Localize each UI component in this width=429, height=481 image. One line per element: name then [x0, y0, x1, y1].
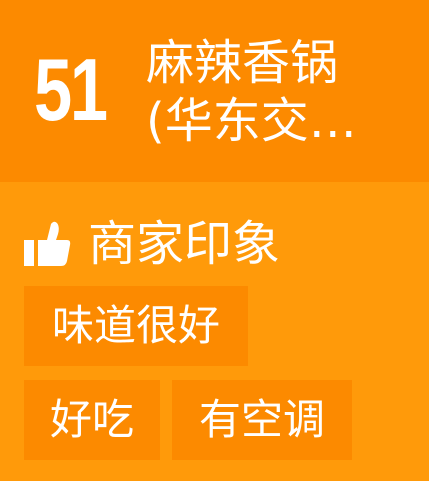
impression-tag-tasty[interactable]: 味道很好	[24, 286, 248, 366]
thumbs-up-icon	[24, 221, 71, 266]
impression-tag-air-conditioning[interactable]: 有空调	[172, 380, 352, 460]
restaurant-card[interactable]: 51 麻辣香锅(华东交… 商家印象 味道很好 好吃 有空调	[0, 0, 429, 481]
impression-header: 商家印象	[22, 212, 280, 276]
rank-number: 51	[34, 40, 108, 139]
restaurant-name[interactable]: 麻辣香锅(华东交…	[146, 34, 386, 150]
restaurant-header: 51 麻辣香锅(华东交…	[0, 0, 429, 182]
impression-title: 商家印象	[88, 216, 281, 272]
impression-tag-delicious[interactable]: 好吃	[24, 380, 160, 460]
